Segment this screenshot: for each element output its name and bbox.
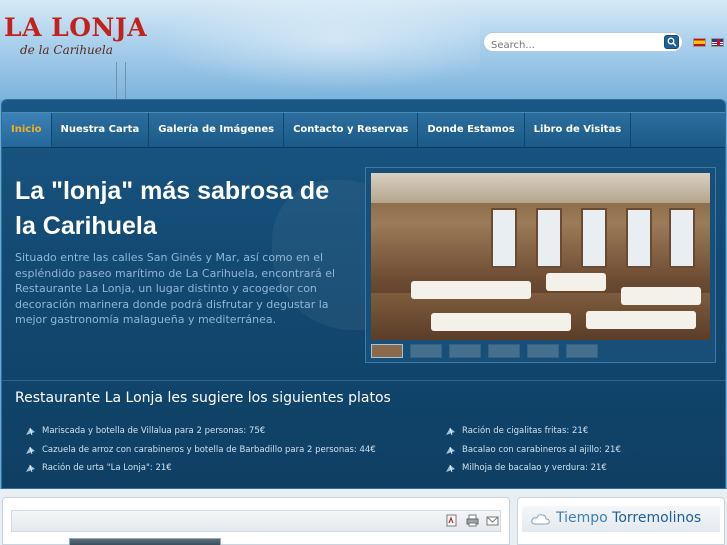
gallery-thumbnail[interactable] [488,344,520,358]
gallery-thumbnail[interactable] [527,344,559,358]
gallery-thumbnail[interactable] [410,344,442,358]
photo-window [581,208,607,268]
search-button[interactable] [664,35,679,49]
photo-table [621,287,701,305]
suggestions-title: Restaurante La Lonja les sugiere los sig… [15,390,391,406]
nav-item-galeria[interactable]: Galería de Imágenes [149,113,285,147]
weather-header: Tiempo Torremolinos [522,506,720,532]
gallery-thumbnail[interactable] [449,344,481,358]
header-background [120,0,480,100]
nav-item-donde-estamos[interactable]: Donde Estamos [418,113,525,147]
search-input[interactable] [484,36,654,55]
nav-item-nuestra-carta[interactable]: Nuestra Carta [52,113,150,147]
photo-table [586,311,696,329]
gallery-thumbnail[interactable] [566,344,598,358]
suggestion-item: Ración de urta "La Lonja": 21€ [23,459,376,478]
photo-gallery [365,167,716,363]
suggestion-item: Ración de cigalitas fritas: 21€ [443,422,621,441]
print-icon[interactable] [466,514,479,527]
suggestion-text: Mariscada y botella de Villalua para 2 p… [42,426,266,436]
suggestion-item: Mariscada y botella de Villalua para 2 p… [23,422,376,441]
hero-title: La "lonja" más sabrosa de la Carihuela [15,177,330,240]
site-logo[interactable]: LA LONJA de la Carihuela [4,13,148,100]
photo-table [431,313,571,331]
logo-mast-decoration [116,62,126,100]
photo-table [546,273,606,291]
suggestion-text: Ración de cigalitas fritas: 21€ [462,426,589,436]
suggestions-left-list: Mariscada y botella de Villalua para 2 p… [23,422,376,478]
main-nav: Inicio Nuestra Carta Galería de Imágenes… [2,112,725,148]
english-flag-icon[interactable] [711,38,724,47]
suggestion-text: Ración de urta "La Lonja": 21€ [42,463,172,473]
gallery-main-photo[interactable] [371,173,710,340]
shell-bullet-icon [446,427,455,436]
suggestions-right-list: Ración de cigalitas fritas: 21€ Bacalao … [443,422,621,478]
photo-window [626,208,652,268]
photo-table [411,281,531,299]
cloud-icon [531,514,550,525]
nav-item-libro-visitas[interactable]: Libro de Visitas [525,113,632,147]
main-panel: Inicio Nuestra Carta Galería de Imágenes… [1,99,726,489]
suggestion-item: Cazuela de arroz con carabineros y botel… [23,441,376,460]
suggestion-text: Cazuela de arroz con carabineros y botel… [42,444,376,455]
suggestion-item: Milhoja de bacalao y verdura: 21€ [443,459,621,478]
photo-ceiling [371,173,710,203]
gallery-thumbnails [371,344,710,360]
photo-window [491,208,517,268]
site-header: LA LONJA de la Carihuela [0,0,727,100]
nav-item-inicio[interactable]: Inicio [2,113,52,147]
suggestion-text: Milhoja de bacalao y verdura: 21€ [462,463,607,473]
search-icon [667,37,677,47]
photo-window [669,208,695,268]
weather-title: Tiempo Torremolinos [556,510,701,526]
shell-bullet-icon [446,464,455,473]
email-icon[interactable] [486,514,499,527]
photo-window [536,208,562,268]
section-divider [2,380,725,381]
weather-label: Tiempo [556,510,608,526]
nav-item-contacto[interactable]: Contacto y Reservas [284,113,419,147]
logo-subtitle: de la Carihuela [20,43,113,57]
pdf-icon[interactable] [445,514,458,527]
weather-widget: Tiempo Torremolinos [517,497,725,545]
hero-description: Situado entre las calles San Ginés y Mar… [15,251,336,326]
shell-bullet-icon [26,446,35,454]
suggestion-text: Bacalao con carabineros al ajillo: 21€ [462,444,621,455]
article-box [2,497,510,545]
lower-content: Tiempo Torremolinos [0,489,727,545]
gallery-thumbnail[interactable] [371,344,403,358]
logo-title: LA LONJA [4,13,148,42]
weather-location: Torremolinos [612,510,702,526]
spanish-flag-icon[interactable] [693,38,706,47]
shell-bullet-icon [26,427,35,436]
shell-bullet-icon [446,446,455,454]
shell-bullet-icon [26,464,35,473]
suggestion-item: Bacalao con carabineros al ajillo: 21€ [443,441,621,460]
article-toolbar [11,510,501,532]
article-image [69,538,221,545]
search-box [483,32,683,55]
